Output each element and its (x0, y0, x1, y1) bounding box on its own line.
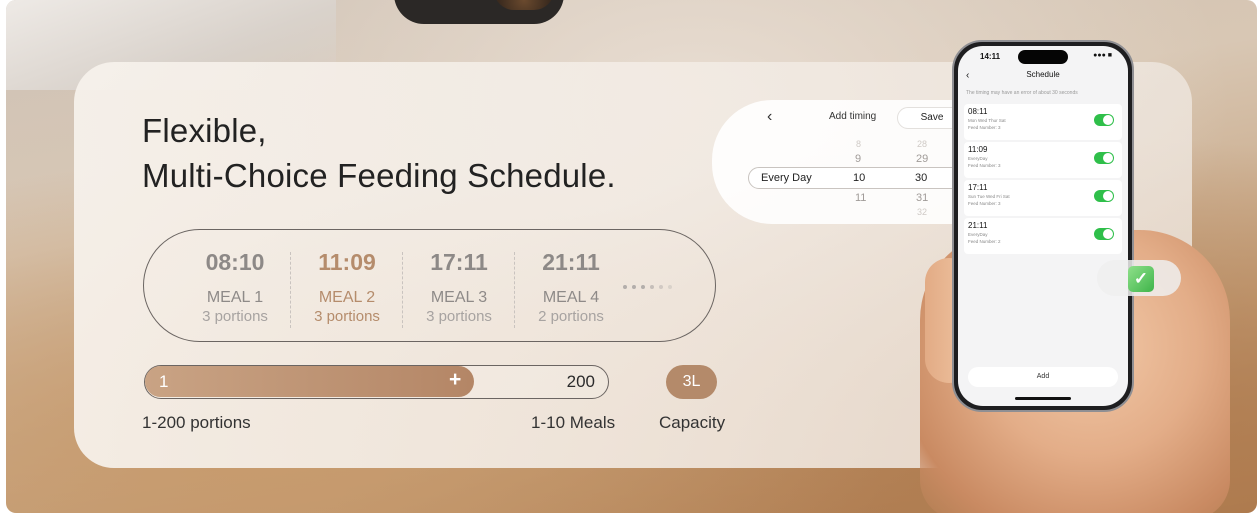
meal-card-1: 08:10 MEAL 1 3 portions (179, 248, 291, 326)
back-chevron-icon[interactable]: ‹ (767, 108, 772, 126)
meal-name: MEAL 1 (206, 289, 264, 306)
slider-min-label: 1 (159, 372, 169, 391)
add-timing-title: Add timing (829, 111, 877, 122)
meal-time: 21:11 (542, 249, 600, 275)
schedule-feed: Feed Number: 3 (968, 163, 1001, 168)
meal-schedule-strip: 08:10 MEAL 1 3 portions 11:09 MEAL 2 3 p… (143, 229, 716, 342)
schedule-feed: Feed Number: 3 (968, 201, 1001, 206)
schedule-time: 17:11 (968, 183, 988, 192)
slider-max-label: 200 (566, 372, 595, 391)
portion-slider[interactable]: 1 + 200 (144, 365, 609, 399)
signal-wifi-battery-icon: ●●● ■ (1093, 52, 1112, 59)
minute-option[interactable]: 28 (917, 139, 927, 149)
capacity-caption: Capacity (659, 413, 726, 432)
meal-portions: 3 portions (426, 308, 492, 325)
plus-icon[interactable]: + (449, 368, 461, 392)
schedule-time: 11:09 (968, 145, 988, 154)
schedule-days: Sun Tue Wed Fri Sat (968, 194, 1010, 199)
meal-time: 17:11 (430, 249, 488, 275)
hour-option[interactable]: 11 (855, 192, 866, 204)
meal-card-2: 11:09 MEAL 2 3 portions (291, 248, 403, 326)
schedule-item[interactable]: 17:11 Sun Tue Wed Fri Sat Feed Number: 3 (964, 180, 1122, 216)
home-indicator (1015, 397, 1071, 400)
checkmark-icon: ✓ (1128, 266, 1154, 292)
schedule-item[interactable]: 08:11 Mon Wed Thur Sat Feed Number: 3 (964, 104, 1122, 140)
meal-name: MEAL 3 (430, 289, 488, 306)
time-picker-selected-row[interactable]: Every Day 10 30 (748, 167, 970, 189)
selected-minute[interactable]: 30 (915, 172, 927, 184)
add-button[interactable]: Add (968, 367, 1118, 387)
slider-fill (145, 366, 474, 397)
phone-screen: 14:11 ●●● ■ ‹ Schedule The timing may ha… (958, 46, 1128, 406)
schedule-feed: Feed Number: 3 (968, 125, 1001, 130)
headline: Flexible, Multi-Choice Feeding Schedule. (142, 108, 702, 198)
selected-hour[interactable]: 10 (853, 172, 865, 184)
meal-portions: 2 portions (538, 308, 604, 325)
screen-title: Schedule (1026, 70, 1060, 79)
minute-option[interactable]: 32 (917, 207, 927, 217)
schedule-days: EveryDay (968, 156, 988, 161)
headline-line-1: Flexible, (142, 112, 267, 149)
schedule-toggle[interactable] (1094, 114, 1114, 126)
meal-time: 08:10 (205, 249, 265, 275)
meals-caption: 1-10 Meals (531, 413, 616, 432)
schedule-time: 08:11 (968, 107, 988, 116)
feeder-bowl (394, 0, 564, 24)
hour-option[interactable]: 9 (855, 153, 861, 165)
meal-time: 11:09 (318, 249, 376, 275)
meal-portions: 3 portions (202, 308, 268, 325)
repeat-label: Every Day (761, 172, 812, 184)
meal-card-3: 17:11 MEAL 3 3 portions (403, 248, 515, 326)
schedule-feed: Feed Number: 2 (968, 239, 1001, 244)
minute-option[interactable]: 31 (916, 192, 928, 204)
schedule-toggle[interactable] (1094, 228, 1114, 240)
dynamic-island (1018, 50, 1068, 64)
schedule-days: EveryDay (968, 232, 988, 237)
meal-card-4: 21:11 MEAL 4 2 portions (515, 248, 627, 326)
schedule-toggle[interactable] (1094, 152, 1114, 164)
schedule-toggle[interactable] (1094, 190, 1114, 202)
hour-option[interactable]: 8 (856, 139, 861, 149)
headline-line-2: Multi-Choice Feeding Schedule. (142, 157, 616, 194)
more-meals-dots (623, 285, 683, 291)
meal-name: MEAL 2 (318, 289, 376, 306)
portions-caption: 1-200 portions (142, 413, 251, 432)
capacity-badge: 3L (666, 365, 717, 399)
schedule-days: Mon Wed Thur Sat (968, 118, 1006, 123)
schedule-item[interactable]: 11:09 EveryDay Feed Number: 3 (964, 142, 1122, 178)
schedule-time: 21:11 (968, 221, 988, 230)
timing-note: The timing may have an error of about 30… (966, 90, 1078, 96)
status-time: 14:11 (980, 52, 1001, 61)
meal-name: MEAL 4 (542, 289, 600, 306)
schedule-item[interactable]: 21:11 EveryDay Feed Number: 2 (964, 218, 1122, 254)
meal-portions: 3 portions (314, 308, 380, 325)
minute-option[interactable]: 29 (916, 153, 928, 165)
